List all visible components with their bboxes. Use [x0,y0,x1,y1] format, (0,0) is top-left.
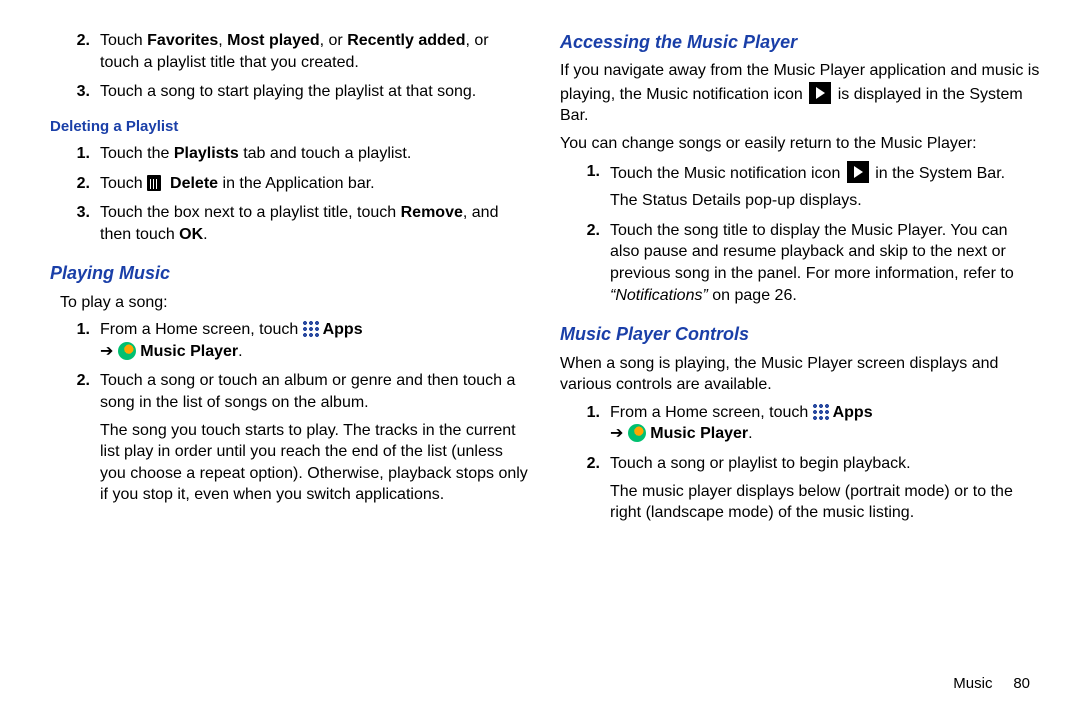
section-heading-accessing-music-player: Accessing the Music Player [560,30,1040,54]
step-number: 2. [560,453,610,524]
step-number: 1. [560,161,610,212]
intro-text: To play a song: [60,292,530,314]
list-item: 1. From a Home screen, touch Apps ➔ Musi… [560,402,1040,445]
step-body: Touch the Playlists tab and touch a play… [100,143,530,165]
apps-icon [303,321,319,337]
paragraph: If you navigate away from the Music Play… [560,60,1040,127]
step-number: 1. [560,402,610,445]
list-item: 2. Touch Delete in the Application bar. [50,173,530,195]
page-number: 80 [1013,675,1030,692]
step-number: 2. [560,220,610,306]
paragraph: When a song is playing, the Music Player… [560,353,1040,396]
arrow-icon: ➔ [610,425,628,442]
text: Touch the Music notification icon [610,165,845,182]
step-body: Touch a song or playlist to begin playba… [610,453,1040,524]
continuation-text: The music player displays below (portrai… [610,481,1040,524]
text: . [238,343,242,360]
section-label: Music [953,675,992,692]
step-body: Touch a song to start playing the playli… [100,81,530,103]
apps-label: Apps [829,404,873,421]
step-body: Touch the box next to a playlist title, … [100,202,530,245]
step-body: Touch Favorites, Most played, or Recentl… [100,30,530,73]
paragraph: You can change songs or easily return to… [560,133,1040,155]
list-item: 1. Touch the Playlists tab and touch a p… [50,143,530,165]
step-number: 1. [50,143,100,165]
text: . [748,425,752,442]
list-item: 1. From a Home screen, touch Apps ➔ Musi… [50,319,530,362]
trash-icon [147,175,161,191]
music-player-icon [118,342,136,360]
section-heading-playing-music: Playing Music [50,261,530,285]
music-label: Music Player [646,425,748,442]
apps-icon [813,404,829,420]
text: Touch [100,175,147,192]
step-body: Touch Delete in the Application bar. [100,173,530,195]
apps-label: Apps [319,321,363,338]
text: Touch a song or touch an album or genre … [100,372,515,411]
text: Touch a song or playlist to begin playba… [610,455,911,472]
page-footer: Music 80 [953,674,1030,694]
list-item: 3. Touch the box next to a playlist titl… [50,202,530,245]
text: in the System Bar. [871,165,1005,182]
step-body: Touch the Music notification icon in the… [610,161,1040,212]
step-number: 2. [50,370,100,506]
step-number: 2. [50,30,100,73]
arrow-icon: ➔ [100,343,118,360]
list-item: 2. Touch a song or playlist to begin pla… [560,453,1040,524]
left-column: 2. Touch Favorites, Most played, or Rece… [50,30,530,532]
list-item: 3. Touch a song to start playing the pla… [50,81,530,103]
list-item: 1. Touch the Music notification icon in … [560,161,1040,212]
subheading-deleting-playlist: Deleting a Playlist [50,117,530,137]
music-player-icon [628,424,646,442]
step-body: Touch a song or touch an album or genre … [100,370,530,506]
continuation-text: The Status Details pop-up displays. [610,190,1040,212]
list-item: 2. Touch the song title to display the M… [560,220,1040,306]
text: From a Home screen, touch [610,404,813,421]
right-column: Accessing the Music Player If you naviga… [560,30,1040,532]
step-number: 3. [50,202,100,245]
step-body: From a Home screen, touch Apps ➔ Music P… [100,319,530,362]
list-item: 2. Touch a song or touch an album or gen… [50,370,530,506]
step-number: 2. [50,173,100,195]
continuation-text: The song you touch starts to play. The t… [100,420,530,506]
step-body: From a Home screen, touch Apps ➔ Music P… [610,402,1040,445]
step-number: 3. [50,81,100,103]
play-icon [809,82,831,104]
list-item: 2. Touch Favorites, Most played, or Rece… [50,30,530,73]
play-icon [847,161,869,183]
step-number: 1. [50,319,100,362]
step-body: Touch the song title to display the Musi… [610,220,1040,306]
section-heading-music-player-controls: Music Player Controls [560,322,1040,346]
text: From a Home screen, touch [100,321,303,338]
music-label: Music Player [136,343,238,360]
